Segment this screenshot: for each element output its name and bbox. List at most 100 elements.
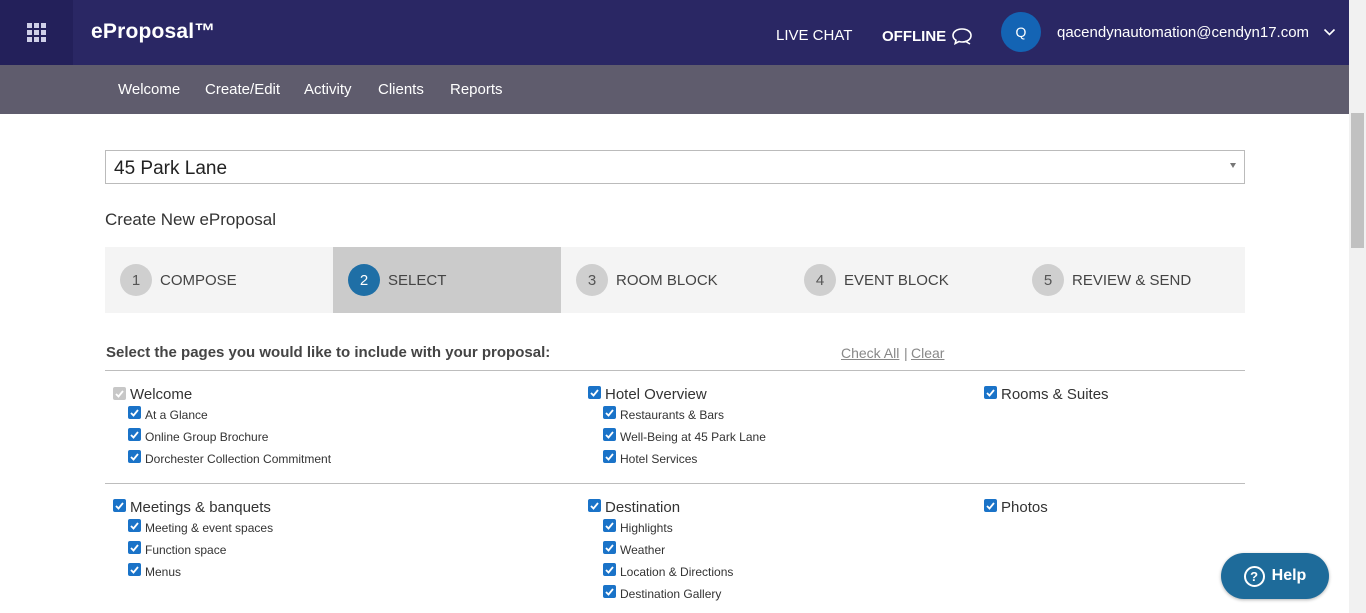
divider xyxy=(105,483,1245,484)
checkbox-label-rooms-suites[interactable]: Rooms & Suites xyxy=(1001,386,1109,403)
checkmark-icon xyxy=(115,501,124,510)
checkbox-label-photos[interactable]: Photos xyxy=(1001,499,1048,516)
chat-status-label: OFFLINE xyxy=(882,27,947,45)
checkbox-label[interactable]: Menus xyxy=(145,565,181,579)
checkbox-label-hotel-overview[interactable]: Hotel Overview xyxy=(605,386,707,403)
checkbox-label[interactable]: Hotel Services xyxy=(620,452,697,466)
step-compose[interactable]: 1 COMPOSE xyxy=(105,247,333,313)
nav-item-clients[interactable]: Clients xyxy=(378,81,424,98)
checkbox-location-directions[interactable] xyxy=(603,563,616,576)
grid-icon xyxy=(27,23,46,42)
check-all-link[interactable]: Check All xyxy=(841,345,899,361)
user-email[interactable]: qacendynautomation@cendyn17.com xyxy=(1057,24,1309,41)
checkbox-label[interactable]: Weather xyxy=(620,543,665,557)
checkbox-dorchester-collection-commitment[interactable] xyxy=(128,450,141,463)
checkbox-label[interactable]: Well-Being at 45 Park Lane xyxy=(620,430,766,444)
brand-logo: eProposal™ xyxy=(91,20,216,43)
checkbox-label[interactable]: Highlights xyxy=(620,521,673,535)
checkmark-icon xyxy=(130,565,139,574)
nav-item-activity[interactable]: Activity xyxy=(304,81,352,98)
checkmark-icon xyxy=(605,587,614,596)
checkmark-icon xyxy=(605,408,614,417)
step-event-block[interactable]: 4 EVENT BLOCK xyxy=(789,247,1017,313)
page-title: Create New eProposal xyxy=(105,210,277,229)
checkbox-label[interactable]: Meeting & event spaces xyxy=(145,521,273,535)
property-select-value: 45 Park Lane xyxy=(114,158,228,179)
checkbox-at-a-glance[interactable] xyxy=(128,406,141,419)
checkmark-icon xyxy=(115,389,124,398)
top-header: eProposal™ LIVE CHAT OFFLINE Q qacendyna… xyxy=(0,0,1349,65)
checkbox-label[interactable]: At a Glance xyxy=(145,408,208,422)
checkbox-weather[interactable] xyxy=(603,541,616,554)
checkbox-well-being[interactable] xyxy=(603,428,616,441)
checkmark-icon xyxy=(130,521,139,530)
checkbox-label[interactable]: Restaurants & Bars xyxy=(620,408,724,422)
user-avatar[interactable]: Q xyxy=(1001,12,1041,52)
step-review-send[interactable]: 5 REVIEW & SEND xyxy=(1017,247,1245,313)
step-room-block[interactable]: 3 ROOM BLOCK xyxy=(561,247,789,313)
step-label: COMPOSE xyxy=(160,272,237,289)
checkbox-destination-gallery[interactable] xyxy=(603,585,616,598)
app-launcher-button[interactable] xyxy=(0,0,73,65)
nav-item-create-edit[interactable]: Create/Edit xyxy=(205,81,280,98)
nav-item-reports[interactable]: Reports xyxy=(450,81,503,98)
step-number: 3 xyxy=(576,264,608,296)
step-label: EVENT BLOCK xyxy=(844,272,949,289)
checkbox-label[interactable]: Destination Gallery xyxy=(620,587,721,601)
step-label: REVIEW & SEND xyxy=(1072,272,1192,289)
step-number: 2 xyxy=(348,264,380,296)
divider xyxy=(105,370,1245,371)
page-scrollbar[interactable] xyxy=(1349,0,1366,613)
checkbox-destination[interactable] xyxy=(588,499,601,512)
checkmark-icon xyxy=(986,388,995,397)
step-label: ROOM BLOCK xyxy=(616,272,718,289)
clear-link[interactable]: Clear xyxy=(911,345,944,361)
checkbox-label-destination[interactable]: Destination xyxy=(605,499,680,516)
link-separator: | xyxy=(904,345,908,361)
step-select[interactable]: 2 SELECT xyxy=(333,247,561,313)
step-number: 4 xyxy=(804,264,836,296)
scrollbar-thumb[interactable] xyxy=(1351,113,1364,248)
main-nav: Welcome Create/Edit Activity Clients Rep… xyxy=(0,65,1349,114)
checkbox-meetings-banquets[interactable] xyxy=(113,499,126,512)
checkmark-icon xyxy=(590,501,599,510)
checkbox-rooms-suites[interactable] xyxy=(984,386,997,399)
checkbox-photos[interactable] xyxy=(984,499,997,512)
property-select[interactable]: 45 Park Lane xyxy=(105,150,1245,184)
dropdown-caret-icon xyxy=(1230,163,1236,168)
help-button-label: Help xyxy=(1271,567,1307,584)
checkbox-label[interactable]: Online Group Brochure xyxy=(145,430,268,444)
checkmark-icon xyxy=(605,430,614,439)
checkbox-label-meetings-banquets[interactable]: Meetings & banquets xyxy=(130,499,271,516)
checkbox-welcome xyxy=(113,387,126,400)
live-chat-link[interactable]: LIVE CHAT xyxy=(776,27,852,44)
checkmark-icon xyxy=(130,452,139,461)
nav-item-welcome[interactable]: Welcome xyxy=(118,81,180,98)
checkmark-icon xyxy=(130,430,139,439)
chevron-down-icon[interactable] xyxy=(1323,28,1336,37)
step-number: 1 xyxy=(120,264,152,296)
help-button[interactable]: ? Help xyxy=(1221,553,1329,599)
checkbox-hotel-services[interactable] xyxy=(603,450,616,463)
checkmark-icon xyxy=(605,521,614,530)
checkbox-restaurants-bars[interactable] xyxy=(603,406,616,419)
checkbox-highlights[interactable] xyxy=(603,519,616,532)
checkbox-label[interactable]: Location & Directions xyxy=(620,565,733,579)
chat-status-offline[interactable]: OFFLINE xyxy=(882,27,973,45)
selection-instructions: Select the pages you would like to inclu… xyxy=(106,344,551,361)
checkbox-label[interactable]: Dorchester Collection Commitment xyxy=(145,452,331,466)
checkmark-icon xyxy=(130,408,139,417)
checkbox-label[interactable]: Function space xyxy=(145,543,226,557)
checkmark-icon xyxy=(986,501,995,510)
checkbox-menus[interactable] xyxy=(128,563,141,576)
checkmark-icon xyxy=(590,388,599,397)
chat-bubble-icon xyxy=(952,28,972,45)
checkbox-function-space[interactable] xyxy=(128,541,141,554)
question-icon: ? xyxy=(1243,565,1265,587)
checkbox-hotel-overview[interactable] xyxy=(588,386,601,399)
checkbox-meeting-event-spaces[interactable] xyxy=(128,519,141,532)
wizard-steps: 1 COMPOSE 2 SELECT 3 ROOM BLOCK 4 EVENT … xyxy=(105,247,1245,313)
checkbox-online-group-brochure[interactable] xyxy=(128,428,141,441)
checkmark-icon xyxy=(605,543,614,552)
checkmark-icon xyxy=(130,543,139,552)
